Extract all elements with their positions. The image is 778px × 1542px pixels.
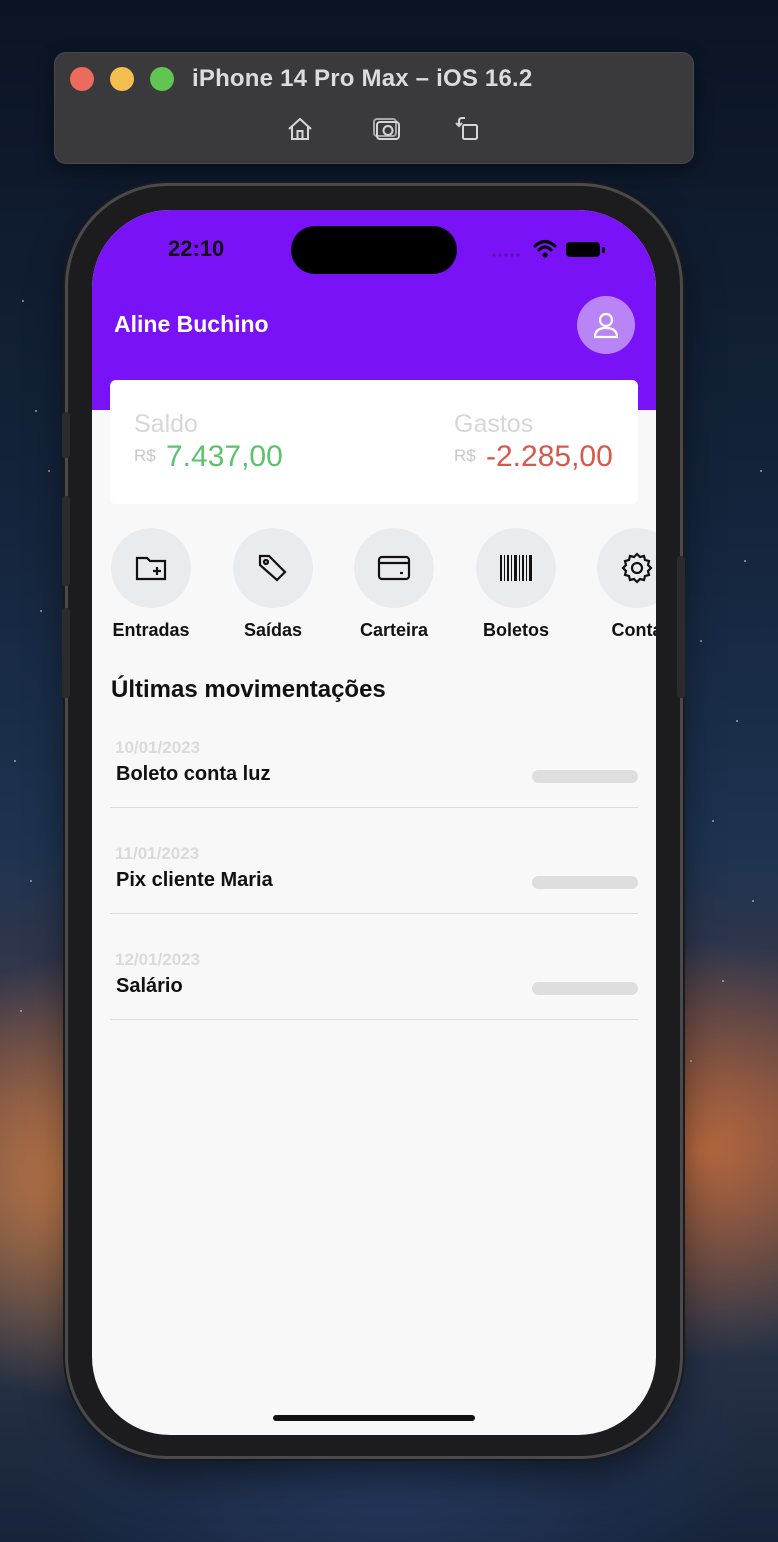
volume-down-button <box>62 608 70 698</box>
action-label: Saídas <box>243 620 303 640</box>
simulator-toolbar: iPhone 14 Pro Max – iOS 16.2 <box>54 52 694 164</box>
action-conta[interactable]: Conta <box>582 528 656 641</box>
action-carteira[interactable]: Carteira <box>339 528 449 641</box>
gear-icon <box>621 552 653 584</box>
movements-title: Últimas movimentações <box>111 676 386 703</box>
battery-icon <box>566 242 605 257</box>
screenshot-icon[interactable] <box>370 112 404 146</box>
amount-placeholder <box>532 982 638 995</box>
movement-date: 11/01/2023 <box>115 844 200 863</box>
movement-title: Boleto conta luz <box>116 763 271 785</box>
balance-card: Saldo R$ 7.437,00 Gastos R$ -2.285,00 <box>110 380 638 504</box>
action-label: Boletos <box>482 620 549 640</box>
close-window-button[interactable] <box>70 67 94 91</box>
saldo-value: 7.437,00 <box>166 440 283 473</box>
volume-up-button <box>62 496 70 586</box>
amount-placeholder <box>532 876 638 889</box>
ring-silent-switch <box>62 412 70 458</box>
minimize-window-button[interactable] <box>110 67 134 91</box>
status-icons <box>492 240 605 258</box>
gastos-label: Gastos <box>454 410 534 438</box>
user-icon <box>593 312 619 339</box>
movement-row[interactable]: 11/01/2023 Pix cliente Maria <box>110 844 638 914</box>
app-screen: 22:10 Aline Buchino Saldo R$ 7.437,00 Ga… <box>92 210 656 1435</box>
movement-row[interactable]: 10/01/2023 Boleto conta luz <box>110 738 638 808</box>
action-entradas[interactable]: Entradas <box>96 528 206 641</box>
dynamic-island <box>291 226 457 274</box>
action-label: Conta <box>611 620 657 640</box>
action-saidas[interactable]: Saídas <box>218 528 328 641</box>
user-name: Aline Buchino <box>114 311 269 337</box>
movement-title: Salário <box>116 975 183 997</box>
zoom-window-button[interactable] <box>150 67 174 91</box>
wifi-icon <box>533 240 557 258</box>
home-icon[interactable] <box>283 112 317 146</box>
saldo-currency: R$ <box>134 446 156 465</box>
barcode-icon <box>500 555 532 581</box>
action-label: Entradas <box>112 620 190 640</box>
gastos-value: -2.285,00 <box>486 440 613 473</box>
tag-icon <box>258 554 287 582</box>
side-power-button <box>677 556 685 698</box>
folder-plus-icon <box>135 556 167 581</box>
quick-actions: Entradas Saídas Carteira Boletos Cont <box>92 528 656 648</box>
credit-card-icon <box>377 555 411 581</box>
movement-date: 10/01/2023 <box>115 738 201 757</box>
amount-placeholder <box>532 770 638 783</box>
status-time: 22:10 <box>168 236 225 261</box>
movement-date: 12/01/2023 <box>115 950 201 969</box>
movement-title: Pix cliente Maria <box>116 869 273 891</box>
profile-avatar-button[interactable] <box>577 296 635 354</box>
saldo-label: Saldo <box>134 410 198 438</box>
simulator-title: iPhone 14 Pro Max – iOS 16.2 <box>192 65 533 92</box>
movement-row[interactable]: 12/01/2023 Salário <box>110 950 638 1020</box>
rotate-icon[interactable] <box>451 112 485 146</box>
gastos-currency: R$ <box>454 446 476 465</box>
action-label: Carteira <box>359 620 429 640</box>
action-boletos[interactable]: Boletos <box>461 528 571 641</box>
home-indicator[interactable] <box>273 1415 475 1421</box>
